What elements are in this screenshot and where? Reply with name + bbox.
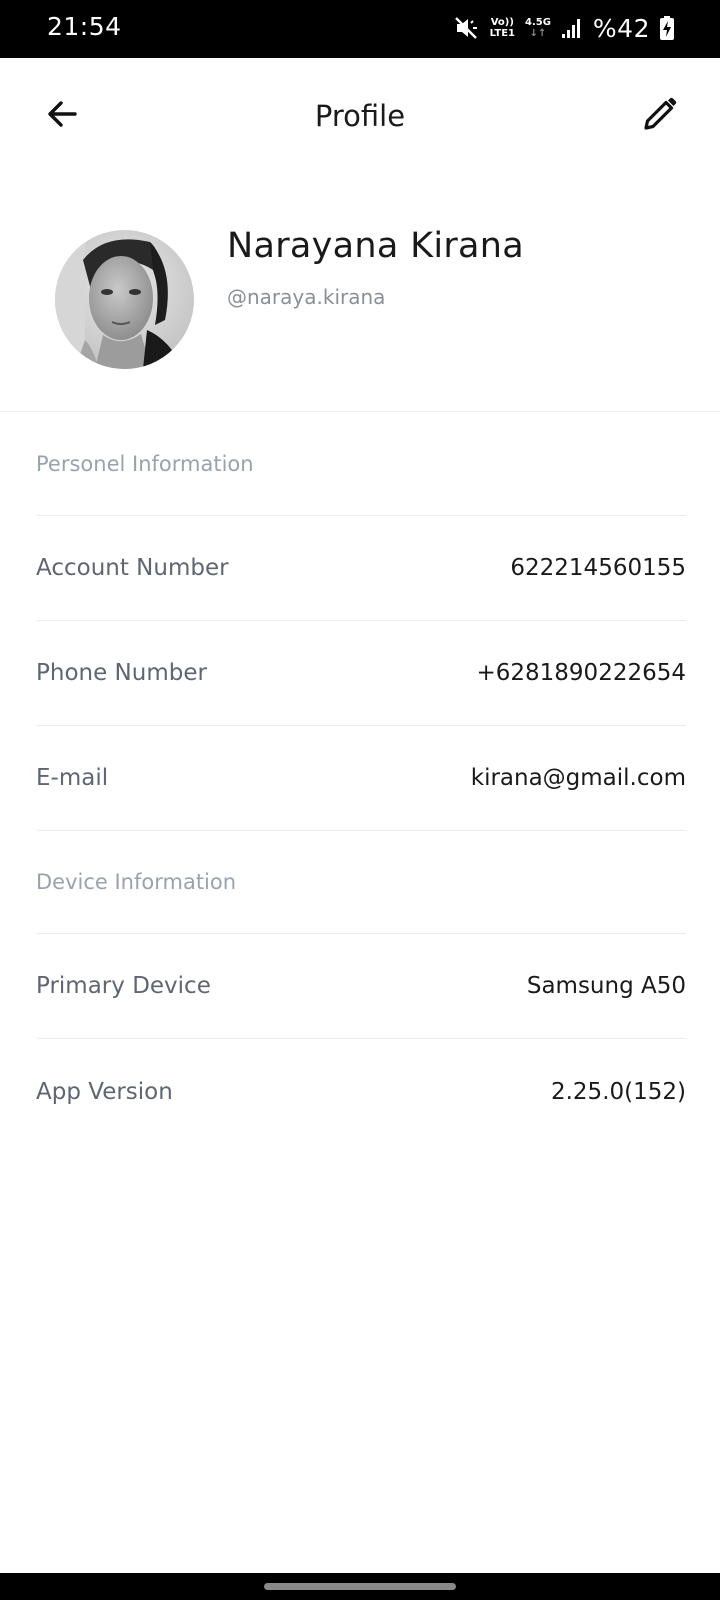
- system-nav-bar: [0, 1573, 720, 1600]
- battery-percent: %42: [592, 13, 650, 43]
- avatar-photo: [55, 230, 194, 369]
- email-value: kirana@gmail.com: [470, 765, 686, 791]
- edit-profile-button[interactable]: [632, 86, 688, 142]
- network-type: 4.5G: [524, 17, 551, 28]
- home-indicator[interactable]: [264, 1583, 456, 1590]
- account-number-label: Account Number: [36, 555, 229, 581]
- volte-label: Vo)): [490, 17, 514, 28]
- info-row-account-number: Account Number 622214560155: [36, 516, 686, 621]
- profile-name: Narayana Kirana: [227, 226, 525, 266]
- volte-indicator: Vo)) LTE1: [490, 17, 515, 39]
- signal-icon: [561, 19, 580, 38]
- account-number-value: 622214560155: [510, 555, 686, 581]
- email-label: E-mail: [36, 765, 109, 791]
- pencil-icon: [644, 97, 677, 130]
- section-header-device: Device Information: [36, 831, 686, 934]
- info-row-app-version: App Version 2.25.0(152): [36, 1039, 686, 1144]
- app-version-value: 2.25.0(152): [550, 1078, 686, 1105]
- phone-number-label: Phone Number: [36, 660, 207, 686]
- app-version-label: App Version: [36, 1078, 173, 1105]
- mute-icon: [454, 17, 477, 39]
- network-arrows: ↓↑: [529, 28, 547, 39]
- section-header-personal: Personel Information: [36, 412, 686, 516]
- app-bar: Profile: [0, 58, 720, 178]
- network-indicator: 4.5G ↓↑: [525, 17, 551, 39]
- status-icons: Vo)) LTE1 4.5G ↓↑ %42: [454, 10, 674, 46]
- profile-header: Narayana Kirana @naraya.kirana: [0, 200, 720, 412]
- status-time: 21:54: [47, 12, 122, 41]
- status-bar: 21:54 Vo)) LTE1 4.5G ↓↑ %42: [0, 0, 720, 58]
- avatar: [55, 230, 194, 369]
- page-title: Profile: [314, 99, 406, 133]
- phone-number-value: +6281890222654: [476, 660, 686, 686]
- profile-username: @naraya.kirana: [227, 285, 386, 309]
- primary-device-label: Primary Device: [36, 973, 211, 999]
- primary-device-value: Samsung A50: [526, 973, 686, 999]
- info-list: Personel Information Account Number 6222…: [36, 412, 686, 1144]
- battery-charging-icon: [660, 16, 674, 40]
- lte-label: LTE1: [489, 28, 515, 39]
- info-row-email: E-mail kirana@gmail.com: [36, 726, 686, 831]
- info-row-phone-number: Phone Number +6281890222654: [36, 621, 686, 726]
- info-row-primary-device: Primary Device Samsung A50: [36, 934, 686, 1039]
